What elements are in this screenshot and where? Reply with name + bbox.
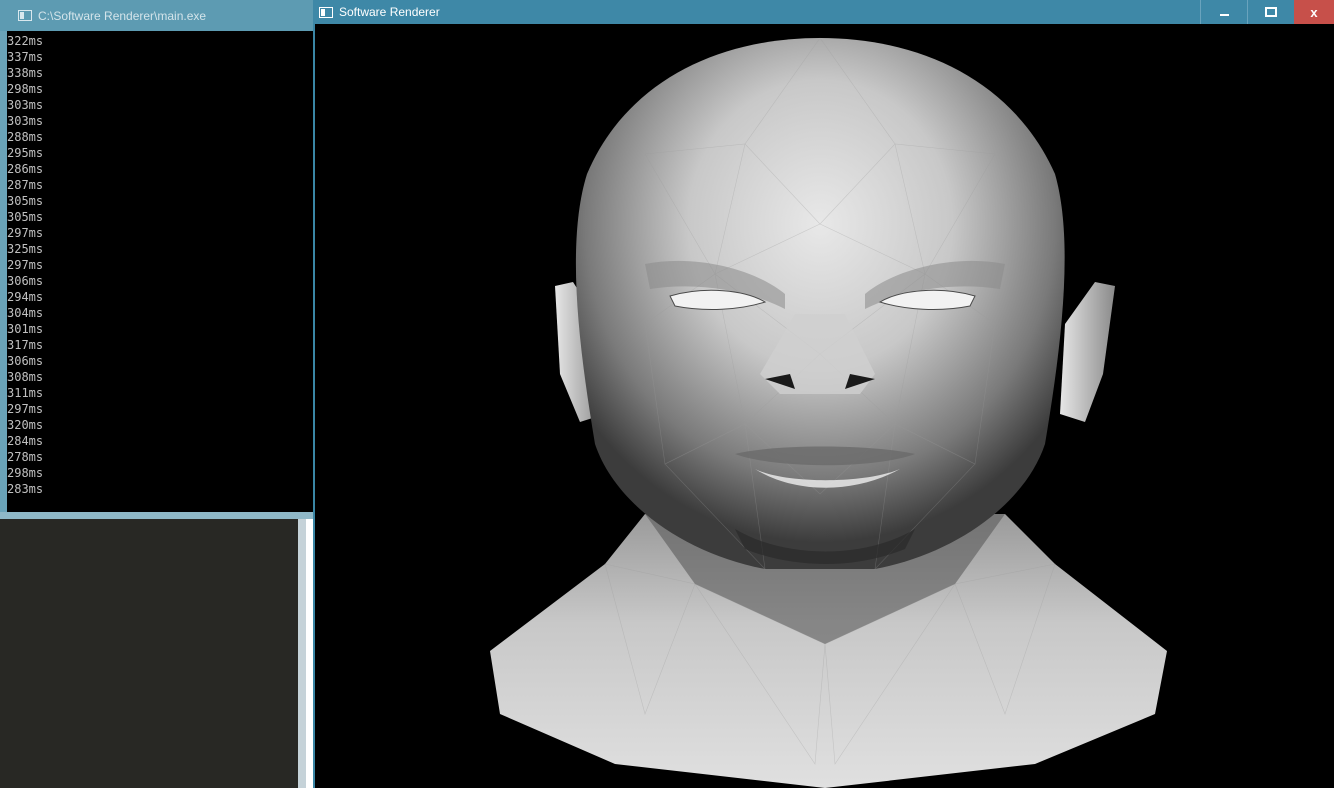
console-line: 284ms <box>7 434 44 448</box>
console-line: 278ms <box>7 450 44 464</box>
console-titlebar[interactable]: C:\Software Renderer\main.exe <box>0 0 313 31</box>
console-line: 311ms <box>7 386 44 400</box>
console-line: 297ms <box>7 402 44 416</box>
console-line: 283ms <box>7 482 44 496</box>
console-frame-bottom <box>0 512 313 519</box>
console-line: 305ms <box>7 210 44 224</box>
console-app-icon <box>18 10 32 21</box>
console-line: 306ms <box>7 274 44 288</box>
console-window[interactable]: C:\Software Renderer\main.exe 322ms 337ms… <box>0 0 313 519</box>
console-line: 297ms <box>7 258 44 272</box>
minimize-icon <box>1219 14 1229 16</box>
console-lines: 322ms 337ms 338ms 298ms 303ms 303ms 288ms 295ms… <box>7 31 313 497</box>
console-line: 320ms <box>7 418 44 432</box>
console-line: 294ms <box>7 290 44 304</box>
console-title: C:\Software Renderer\main.exe <box>38 8 207 23</box>
console-line: 303ms <box>7 114 44 128</box>
maximize-button[interactable] <box>1247 0 1294 24</box>
console-line: 303ms <box>7 98 44 112</box>
console-line: 337ms <box>7 50 44 64</box>
console-line: 317ms <box>7 338 44 352</box>
console-line: 298ms <box>7 82 44 96</box>
console-line: 322ms <box>7 34 44 48</box>
console-frame-left <box>0 31 7 512</box>
rendered-head-mesh <box>490 37 1167 788</box>
renderer-window[interactable]: Software Renderer x <box>313 0 1334 788</box>
console-line: 305ms <box>7 194 44 208</box>
console-line: 304ms <box>7 306 44 320</box>
head-shape <box>575 38 1065 569</box>
console-line: 286ms <box>7 162 44 176</box>
renderer-title: Software Renderer <box>339 5 440 19</box>
console-line: 306ms <box>7 354 44 368</box>
console-line: 295ms <box>7 146 44 160</box>
minimize-button[interactable] <box>1200 0 1247 24</box>
console-output[interactable]: 322ms 337ms 338ms 298ms 303ms 303ms 288ms 295ms… <box>7 31 313 512</box>
renderer-titlebar[interactable]: Software Renderer <box>313 0 1334 24</box>
console-line: 297ms <box>7 226 44 240</box>
console-line: 298ms <box>7 466 44 480</box>
console-line: 338ms <box>7 66 44 80</box>
close-icon: x <box>1310 4 1318 20</box>
background-window-edge <box>298 519 306 788</box>
console-line: 287ms <box>7 178 44 192</box>
renderer-app-icon <box>319 6 333 18</box>
console-line: 325ms <box>7 242 44 256</box>
close-button[interactable]: x <box>1294 0 1334 24</box>
console-line: 288ms <box>7 130 44 144</box>
render-viewport[interactable] <box>315 24 1334 788</box>
console-line: 308ms <box>7 370 44 384</box>
right-ear <box>1060 282 1115 422</box>
console-line: 301ms <box>7 322 44 336</box>
maximize-icon <box>1265 7 1277 17</box>
